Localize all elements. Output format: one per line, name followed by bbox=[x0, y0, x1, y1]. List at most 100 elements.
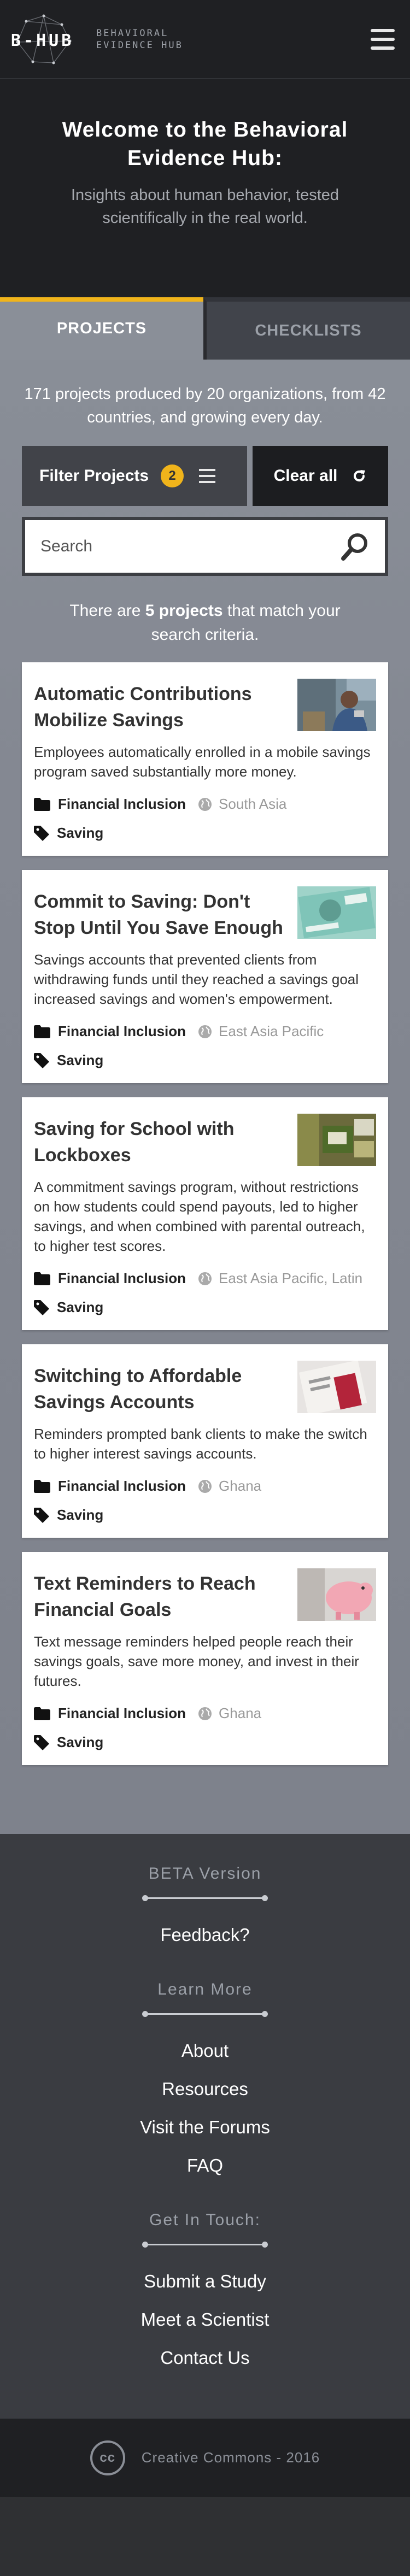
tag-icon bbox=[34, 1734, 49, 1750]
globe-icon bbox=[198, 1025, 212, 1038]
hero-title: Welcome to the Behavioral Evidence Hub: bbox=[62, 118, 348, 170]
match-prefix: There are bbox=[69, 602, 141, 620]
footer-link-about[interactable]: About bbox=[0, 2032, 410, 2070]
tag-icon bbox=[34, 1299, 49, 1315]
stats-text: 171 projects produced by 20 organization… bbox=[24, 385, 386, 426]
project-description: Reminders prompted bank clients to make … bbox=[34, 1426, 367, 1462]
project-thumbnail[interactable] bbox=[297, 886, 376, 939]
tag-icon bbox=[34, 825, 49, 841]
project-description: Savings accounts that prevented clients … bbox=[34, 951, 359, 1007]
footer-link-submit-study[interactable]: Submit a Study bbox=[0, 2262, 410, 2301]
project-meta: Financial Inclusion East Asia Pacific, L… bbox=[34, 1270, 376, 1287]
copyright-bar: cc Creative Commons - 2016 bbox=[0, 2419, 410, 2497]
hero-subtitle: Insights about human behavior, tested sc… bbox=[71, 186, 339, 227]
search-box bbox=[22, 517, 388, 576]
project-category[interactable]: Financial Inclusion bbox=[58, 796, 186, 813]
project-tags: Saving bbox=[34, 825, 376, 842]
project-region: East Asia Pacific bbox=[219, 1023, 324, 1039]
main-content: PROJECTS CHECKLISTS 171 projects produce… bbox=[0, 297, 410, 1834]
creative-commons-icon: cc bbox=[90, 2440, 125, 2475]
project-card[interactable]: Text Reminders to Reach Financial Goals … bbox=[22, 1552, 388, 1765]
search-icon[interactable] bbox=[340, 531, 371, 562]
project-tag[interactable]: Saving bbox=[57, 1734, 103, 1751]
project-meta: Financial Inclusion East Asia Pacific bbox=[34, 1023, 376, 1040]
project-meta: Financial Inclusion Ghana bbox=[34, 1705, 376, 1722]
footer-contact-heading: Get In Touch: bbox=[149, 2211, 261, 2229]
site-header: B-HUB BEHAVIORAL EVIDENCE HUB bbox=[0, 0, 410, 79]
list-icon bbox=[199, 469, 216, 483]
project-meta: Financial Inclusion South Asia bbox=[34, 796, 376, 813]
tab-projects[interactable]: PROJECTS bbox=[0, 297, 203, 360]
logo-text: B-HUB bbox=[11, 31, 74, 50]
project-category[interactable]: Financial Inclusion bbox=[58, 1270, 186, 1287]
footer-learn-heading: Learn More bbox=[157, 1980, 253, 1998]
footer-link-resources[interactable]: Resources bbox=[0, 2070, 410, 2108]
match-count: 5 projects bbox=[145, 602, 223, 620]
project-tag[interactable]: Saving bbox=[57, 1052, 103, 1069]
project-title[interactable]: Saving for School with Lockboxes bbox=[34, 1114, 291, 1168]
tag-icon bbox=[34, 1052, 49, 1068]
folder-icon bbox=[34, 797, 50, 811]
project-title[interactable]: Commit to Saving: Don't Stop Until You S… bbox=[34, 886, 291, 941]
footer-link-contact[interactable]: Contact Us bbox=[0, 2339, 410, 2377]
project-tags: Saving bbox=[34, 1734, 376, 1751]
project-category[interactable]: Financial Inclusion bbox=[58, 1023, 186, 1040]
project-card[interactable]: Commit to Saving: Don't Stop Until You S… bbox=[22, 870, 388, 1083]
project-title[interactable]: Switching to Affordable Savings Accounts bbox=[34, 1361, 291, 1415]
search-input[interactable] bbox=[40, 537, 340, 556]
project-title[interactable]: Automatic Contributions Mobilize Savings bbox=[34, 679, 291, 733]
project-description: Text message reminders helped people rea… bbox=[34, 1633, 359, 1689]
project-category[interactable]: Financial Inclusion bbox=[58, 1478, 186, 1495]
project-region: Ghana bbox=[219, 1478, 262, 1494]
globe-icon bbox=[198, 1707, 212, 1720]
folder-icon bbox=[34, 1025, 50, 1038]
refresh-icon bbox=[354, 470, 366, 481]
project-card[interactable]: Saving for School with Lockboxes A commi… bbox=[22, 1097, 388, 1330]
project-meta: Financial Inclusion Ghana bbox=[34, 1478, 376, 1495]
project-thumbnail[interactable] bbox=[297, 1568, 376, 1621]
hero: Welcome to the Behavioral Evidence Hub: … bbox=[0, 79, 410, 297]
tab-checklists[interactable]: CHECKLISTS bbox=[203, 297, 410, 360]
project-thumbnail[interactable] bbox=[297, 1361, 376, 1413]
project-description: A commitment savings program, without re… bbox=[34, 1179, 365, 1254]
project-card[interactable]: Automatic Contributions Mobilize Savings… bbox=[22, 662, 388, 856]
filter-projects-button[interactable]: Filter Projects 2 bbox=[22, 446, 247, 506]
project-description: Employees automatically enrolled in a mo… bbox=[34, 744, 371, 780]
folder-icon bbox=[34, 1707, 50, 1720]
filter-count-badge: 2 bbox=[161, 464, 184, 487]
footer-beta-section: BETA Version Feedback? bbox=[0, 1865, 410, 1954]
feedback-link[interactable]: Feedback? bbox=[0, 1916, 410, 1954]
copyright-text: Creative Commons - 2016 bbox=[141, 2449, 320, 2466]
project-category[interactable]: Financial Inclusion bbox=[58, 1705, 186, 1722]
clear-all-button[interactable]: Clear all bbox=[253, 446, 388, 506]
project-tags: Saving bbox=[34, 1507, 376, 1524]
tag-icon bbox=[34, 1507, 49, 1523]
hamburger-icon[interactable] bbox=[371, 28, 395, 50]
project-tag[interactable]: Saving bbox=[57, 1299, 103, 1316]
footer-divider bbox=[142, 1894, 268, 1902]
site-footer: BETA Version Feedback? Learn More About … bbox=[0, 1834, 410, 2419]
project-region: East Asia Pacific, Latin bbox=[219, 1270, 363, 1286]
filter-label: Filter Projects bbox=[39, 467, 149, 485]
project-tags: Saving bbox=[34, 1052, 376, 1069]
footer-link-meet-scientist[interactable]: Meet a Scientist bbox=[0, 2301, 410, 2339]
logo[interactable]: B-HUB bbox=[10, 9, 92, 69]
footer-link-forums[interactable]: Visit the Forums bbox=[0, 2108, 410, 2146]
footer-divider bbox=[142, 2010, 268, 2018]
project-title[interactable]: Text Reminders to Reach Financial Goals bbox=[34, 1568, 291, 1623]
project-thumbnail[interactable] bbox=[297, 1114, 376, 1166]
tab-bar: PROJECTS CHECKLISTS bbox=[0, 297, 410, 360]
project-tag[interactable]: Saving bbox=[57, 1507, 103, 1524]
footer-link-faq[interactable]: FAQ bbox=[0, 2146, 410, 2185]
footer-divider bbox=[142, 2240, 268, 2248]
project-card[interactable]: Switching to Affordable Savings Accounts… bbox=[22, 1344, 388, 1538]
project-tag[interactable]: Saving bbox=[57, 825, 103, 842]
brand[interactable]: B-HUB BEHAVIORAL EVIDENCE HUB bbox=[10, 9, 184, 69]
project-region: South Asia bbox=[219, 796, 287, 812]
footer-learn-section: Learn More About Resources Visit the For… bbox=[0, 1980, 410, 2185]
globe-icon bbox=[198, 1272, 212, 1285]
folder-icon bbox=[34, 1479, 50, 1493]
match-text: There are 5 projects that match your sea… bbox=[0, 576, 410, 647]
brand-subtitle: BEHAVIORAL EVIDENCE HUB bbox=[96, 27, 183, 51]
project-thumbnail[interactable] bbox=[297, 679, 376, 731]
